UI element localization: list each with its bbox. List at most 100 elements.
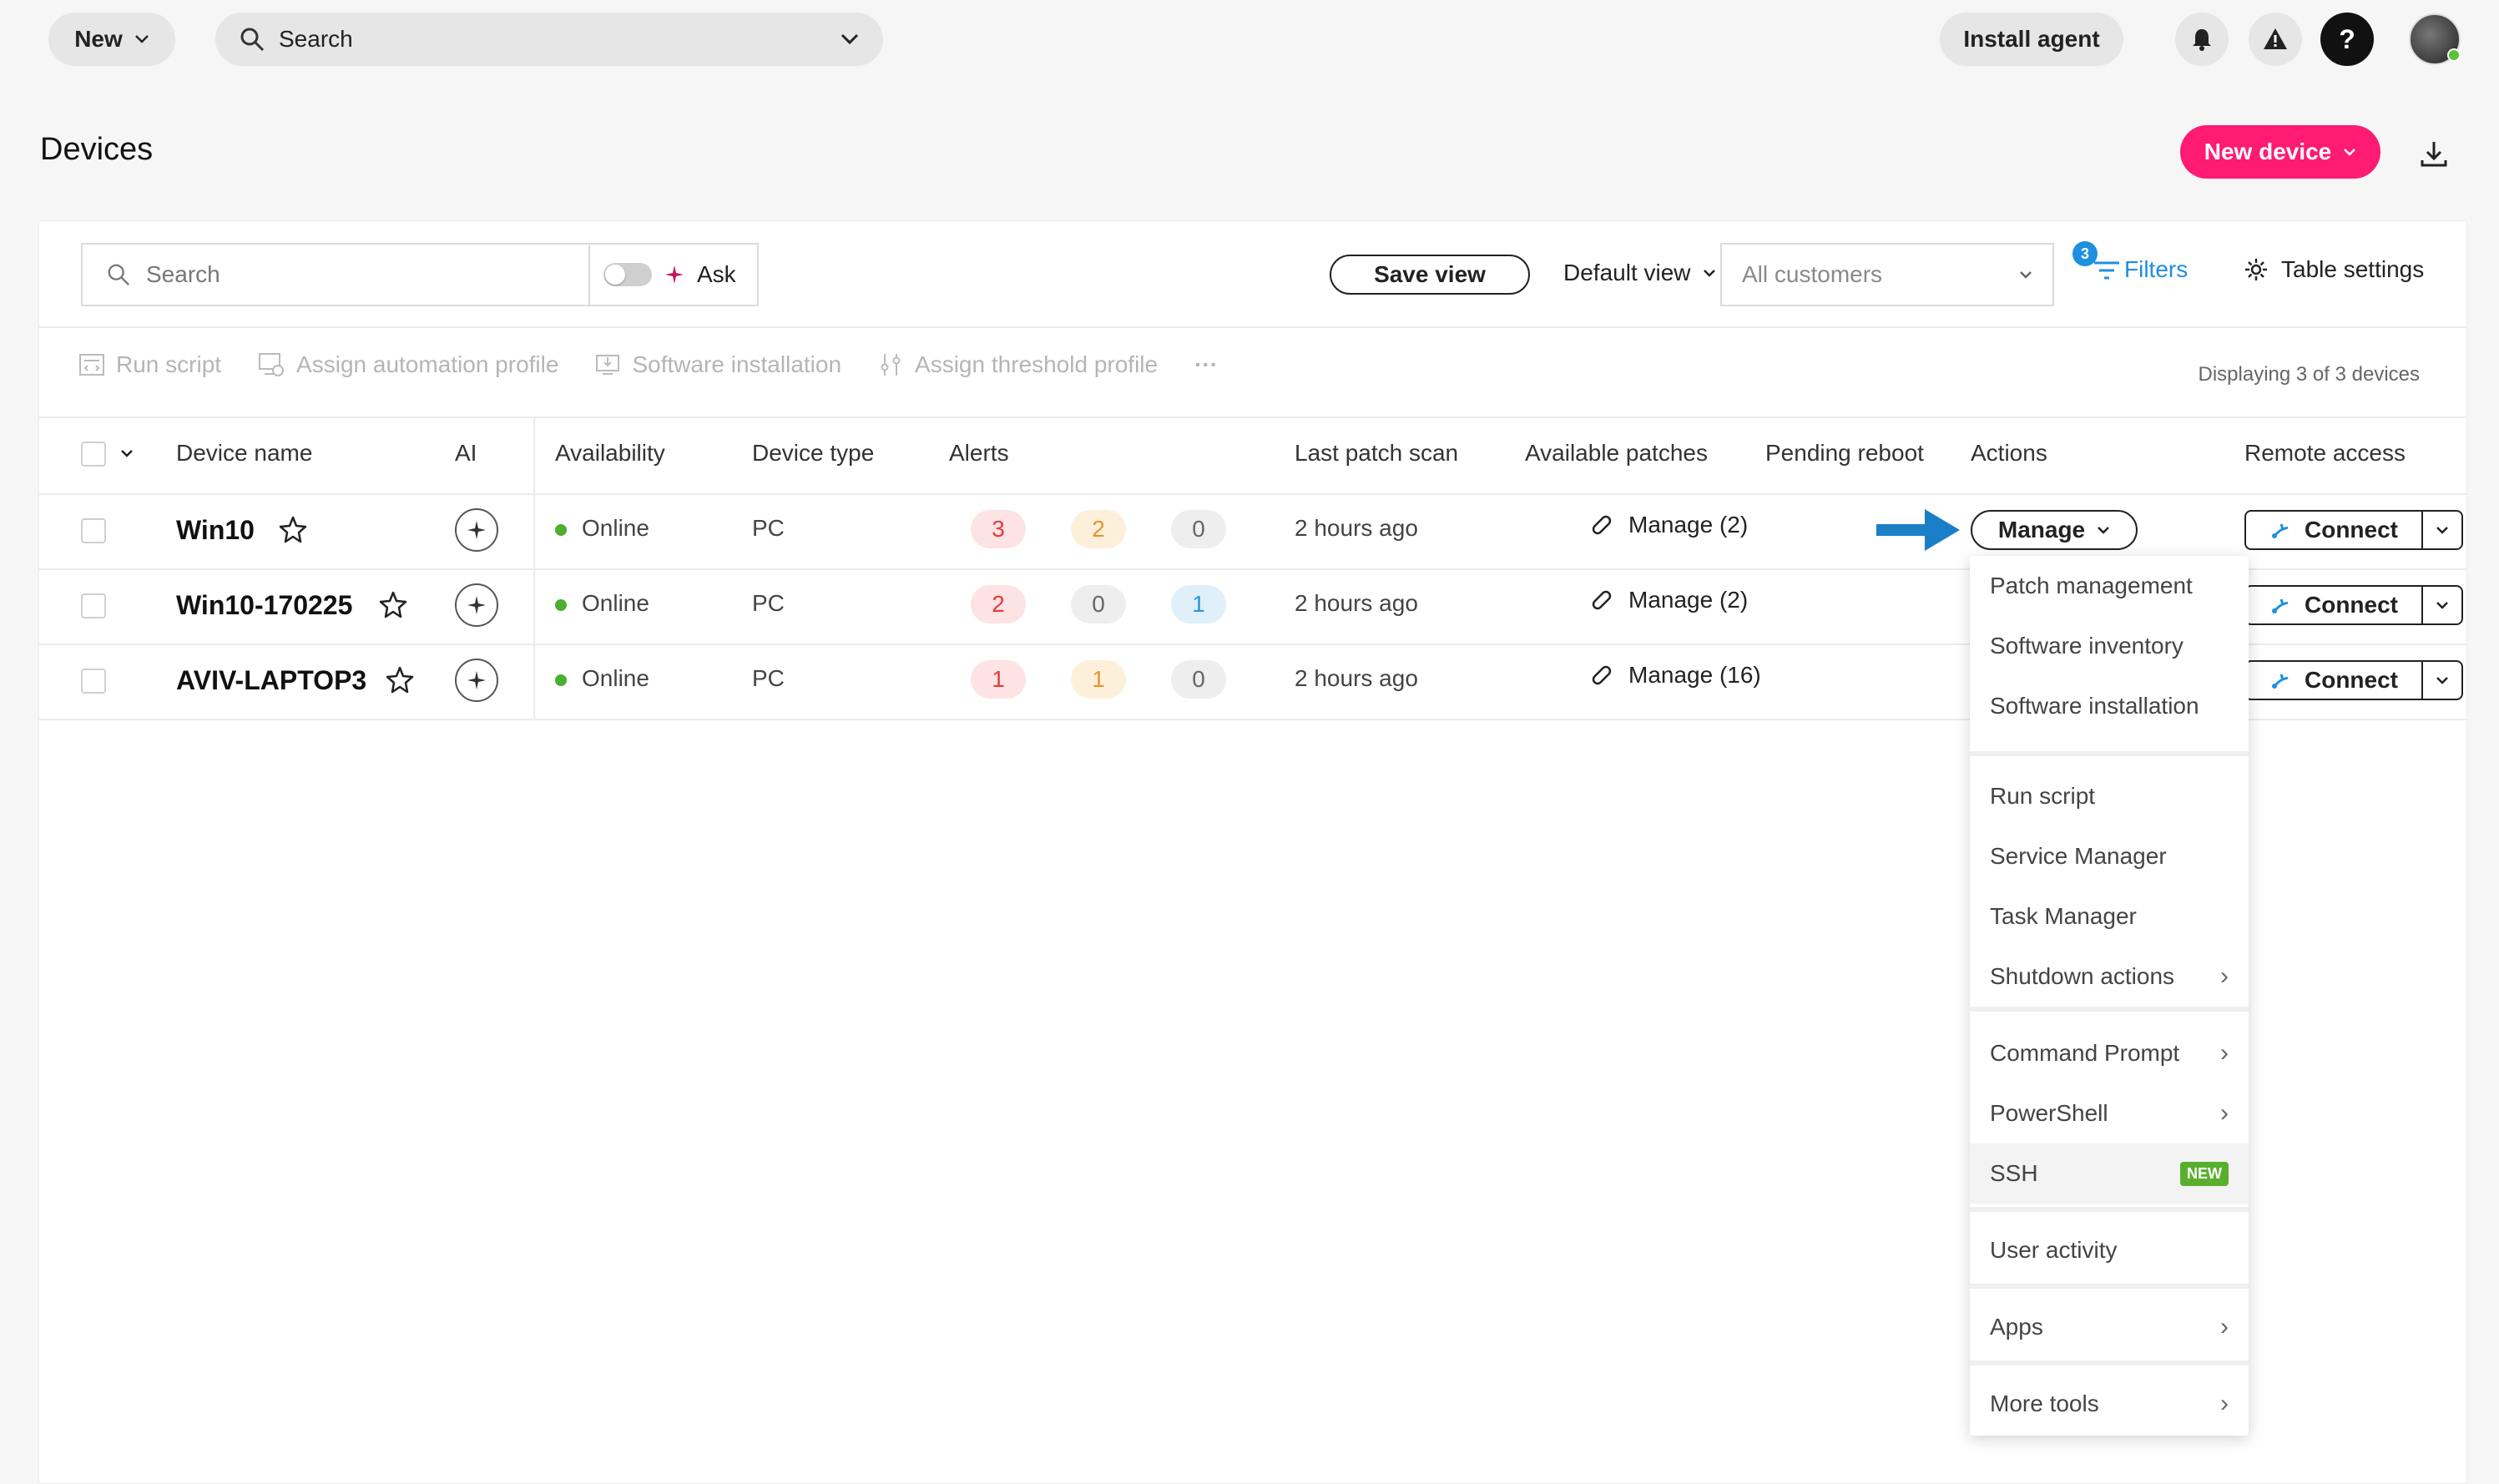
bulk-divider [39,416,2466,418]
row-checkbox[interactable] [81,593,106,618]
ai-sparkle-icon[interactable] [455,583,498,627]
manage-patches-link[interactable]: Manage (2) [1588,512,1748,538]
header-last-patch-scan[interactable]: Last patch scan [1295,440,1458,467]
run-script-label: Run script [116,351,222,377]
alert-info-count[interactable]: 0 [1171,510,1226,548]
alert-info-count[interactable]: 0 [1171,660,1226,699]
alert-critical-count[interactable]: 1 [971,660,1026,699]
toolbar-divider [39,326,2466,328]
connect-button[interactable]: Connect [2246,662,2421,699]
manage-button[interactable]: Manage [1971,510,2138,550]
chevron-down-icon[interactable] [119,448,134,458]
row-checkbox[interactable] [81,518,106,543]
new-badge: NEW [2180,1161,2229,1186]
menu-item-software-inventory[interactable]: Software inventory [1970,616,2249,676]
global-search[interactable]: Search [215,13,883,66]
menu-item-ssh[interactable]: SSH NEW [1970,1143,2249,1204]
bulk-software-installation[interactable]: Software installation [595,351,841,378]
bulk-run-script[interactable]: Run script [79,351,221,378]
chevron-down-icon [2020,271,2032,279]
menu-item-software-installation[interactable]: Software installation [1970,676,2249,736]
save-view-button[interactable]: Save view [1330,255,1530,295]
alert-warning-count[interactable]: 2 [1071,510,1126,548]
connect-label: Connect [2305,667,2398,693]
alert-info-count[interactable]: 1 [1171,585,1226,623]
header-availability[interactable]: Availability [555,440,665,467]
ai-sparkle-icon[interactable] [455,508,498,552]
bulk-more-button[interactable]: ··· [1194,351,1218,378]
bulk-assign-threshold-profile[interactable]: Assign threshold profile [878,351,1158,378]
chevron-right-icon: › [2220,1099,2229,1127]
menu-item-apps[interactable]: Apps › [1970,1297,2249,1357]
bulk-assign-automation-profile[interactable]: Assign automation profile [258,351,558,378]
header-device-type[interactable]: Device type [752,440,874,467]
alert-warning-count[interactable]: 0 [1071,585,1126,623]
new-device-button[interactable]: New device [2180,125,2380,179]
chevron-down-icon [2344,149,2356,156]
star-icon[interactable] [385,665,415,695]
download-icon[interactable] [2417,137,2451,170]
ask-toggle-switch[interactable] [603,263,652,286]
device-name[interactable]: AVIV-LAPTOP3 [176,665,366,696]
menu-item-user-activity[interactable]: User activity [1970,1220,2249,1280]
online-dot [555,674,567,686]
connect-options-caret[interactable] [2421,662,2461,699]
menu-item-task-manager[interactable]: Task Manager [1970,886,2249,946]
header-device-name[interactable]: Device name [176,440,312,467]
alert-warning-count[interactable]: 1 [1071,660,1126,699]
chevron-down-icon [841,33,859,45]
header-alerts[interactable]: Alerts [949,440,1009,467]
alert-critical-count[interactable]: 3 [971,510,1026,548]
displaying-count: Displaying 3 of 3 devices [2198,363,2420,386]
device-name[interactable]: Win10 [176,515,255,546]
menu-item-patch-management[interactable]: Patch management [1970,556,2249,616]
new-button[interactable]: New [48,13,175,66]
menu-item-powershell[interactable]: PowerShell › [1970,1083,2249,1143]
menu-item-label: SSH [1990,1160,2038,1186]
menu-item-command-prompt[interactable]: Command Prompt › [1970,1023,2249,1083]
default-view-dropdown[interactable]: Default view [1563,260,1716,286]
customers-select[interactable]: All customers [1720,243,2054,306]
device-name[interactable]: Win10-170225 [176,590,352,621]
bandage-icon [1592,665,1612,685]
chevron-right-icon: › [2220,1390,2229,1417]
menu-item-label: Shutdown actions [1990,963,2175,989]
online-dot [555,523,567,536]
connect-button[interactable]: Connect [2246,512,2421,548]
connect-options-caret[interactable] [2421,587,2461,623]
filters-button[interactable]: 3 Filters [2072,241,2188,283]
install-agent-button[interactable]: Install agent [1940,13,2123,66]
availability-label: Online [582,665,649,691]
row-checkbox[interactable] [81,669,106,694]
manage-patches-link[interactable]: Manage (16) [1588,662,1761,689]
manage-patches-link[interactable]: Manage (2) [1588,587,1748,613]
connect-button[interactable]: Connect [2246,587,2421,623]
ask-ai-toggle[interactable]: Ask [588,243,759,306]
menu-item-run-script[interactable]: Run script [1970,766,2249,826]
device-type: PC [752,665,785,691]
menu-item-shutdown-actions[interactable]: Shutdown actions › [1970,946,2249,1007]
device-search-input[interactable]: Search [81,243,590,306]
menu-item-label: User activity [1990,1237,2118,1263]
notifications-bell-icon[interactable] [2175,13,2229,66]
menu-item-label: Task Manager [1990,903,2137,929]
last-patch-scan: 2 hours ago [1295,515,1418,541]
star-icon[interactable] [278,515,308,545]
star-icon[interactable] [378,590,408,620]
warning-icon[interactable] [2249,13,2302,66]
online-dot [555,598,567,611]
connect-options-caret[interactable] [2421,512,2461,548]
table-settings-button[interactable]: Table settings [2243,256,2424,283]
user-avatar[interactable] [2409,13,2461,65]
select-all-checkbox[interactable] [81,442,106,467]
header-available-patches[interactable]: Available patches [1525,440,1708,467]
availability-status: Online [555,590,649,617]
ai-sparkle-icon[interactable] [455,659,498,702]
help-icon[interactable]: ? [2320,13,2374,66]
menu-item-label: Service Manager [1990,843,2167,869]
menu-item-more-tools[interactable]: More tools › [1970,1374,2249,1434]
menu-item-service-manager[interactable]: Service Manager [1970,826,2249,886]
header-pending-reboot[interactable]: Pending reboot [1765,440,1924,467]
connect-label: Connect [2305,592,2398,618]
alert-critical-count[interactable]: 2 [971,585,1026,623]
